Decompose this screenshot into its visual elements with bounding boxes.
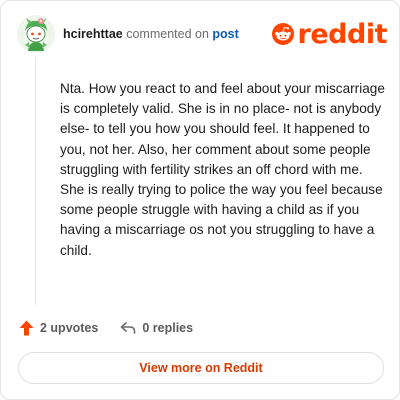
comment-meta: hcirehttae commented on post bbox=[63, 27, 239, 41]
reply-arrow-icon bbox=[121, 322, 136, 334]
username[interactable]: hcirehttae bbox=[63, 27, 123, 41]
post-link[interactable]: post bbox=[212, 27, 238, 41]
thread-line bbox=[35, 57, 36, 305]
view-more-button[interactable]: View more on Reddit bbox=[18, 352, 384, 384]
action-text: commented on bbox=[126, 27, 209, 41]
comment-body: Nta. How you react to and feel about you… bbox=[60, 81, 385, 258]
comment-embed-card: hcirehttae commented on post reddit Nta.… bbox=[0, 0, 400, 400]
reddit-wordmark: reddit bbox=[297, 18, 388, 50]
avatar-snoo-icon bbox=[17, 15, 55, 53]
comment-actions: 2 upvotes 0 replies bbox=[19, 317, 193, 339]
upvote-button[interactable]: 2 upvotes bbox=[19, 320, 98, 336]
reply-count: 0 replies bbox=[142, 321, 194, 335]
reddit-logo[interactable]: reddit bbox=[271, 17, 388, 51]
user-avatar[interactable] bbox=[17, 15, 55, 53]
reddit-snoo-icon bbox=[271, 23, 294, 45]
reply-button[interactable]: 0 replies bbox=[120, 321, 193, 335]
upvote-arrow-icon bbox=[19, 320, 34, 336]
comment-header: hcirehttae commented on post reddit bbox=[17, 15, 388, 55]
upvote-count: 2 upvotes bbox=[40, 321, 99, 335]
